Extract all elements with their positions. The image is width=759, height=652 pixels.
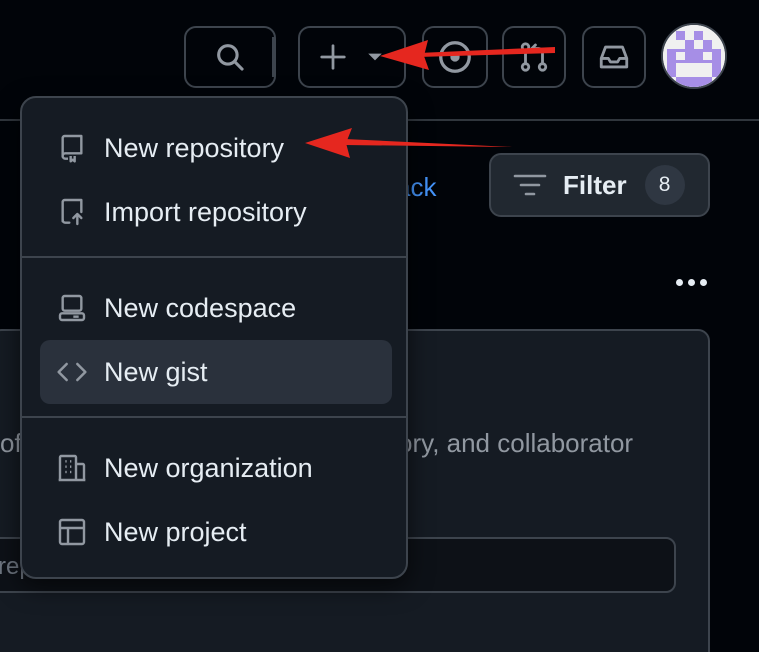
menu-item-label: New codespace xyxy=(104,292,297,323)
kebab-menu-icon[interactable] xyxy=(676,270,716,294)
header-divider xyxy=(272,37,274,77)
repo-icon xyxy=(54,130,90,166)
menu-item-import-repository[interactable]: Import repository xyxy=(40,180,392,244)
menu-item-label: New project xyxy=(104,516,247,547)
panel-text-right: ory, and collaborator xyxy=(398,428,634,458)
codespaces-icon xyxy=(54,290,90,326)
plus-icon xyxy=(320,44,346,70)
menu-item-new-gist[interactable]: New gist xyxy=(40,340,392,404)
filter-icon xyxy=(513,174,547,196)
create-new-button[interactable] xyxy=(298,26,406,88)
issues-button[interactable] xyxy=(422,26,488,88)
identicon-avatar xyxy=(663,25,725,87)
code-icon xyxy=(54,354,90,390)
repo-push-icon xyxy=(54,194,90,230)
menu-divider xyxy=(22,256,406,258)
menu-item-label: Import repository xyxy=(104,196,307,227)
pull-requests-button[interactable] xyxy=(502,26,566,88)
table-icon xyxy=(54,514,90,550)
filter-button[interactable]: Filter 8 xyxy=(489,153,710,217)
filter-count-badge: 8 xyxy=(644,165,685,205)
inbox-icon xyxy=(599,45,629,69)
search-button[interactable] xyxy=(184,26,276,88)
menu-item-label: New repository xyxy=(104,132,285,163)
inbox-button[interactable] xyxy=(582,26,646,88)
menu-item-new-codespace[interactable]: New codespace xyxy=(40,276,392,340)
menu-divider xyxy=(22,416,406,418)
git-pull-request-icon xyxy=(520,42,548,72)
organization-icon xyxy=(54,450,90,486)
create-new-dropdown: New repository Import repository New cod… xyxy=(20,96,408,579)
menu-item-label: New organization xyxy=(104,452,313,483)
search-icon xyxy=(217,44,244,71)
panel-text-left: of xyxy=(0,428,22,458)
menu-item-new-project[interactable]: New project xyxy=(40,500,392,564)
user-avatar[interactable] xyxy=(661,23,727,89)
menu-item-new-repository[interactable]: New repository xyxy=(40,116,392,180)
menu-item-label: New gist xyxy=(104,356,208,387)
menu-item-new-organization[interactable]: New organization xyxy=(40,436,392,500)
issue-opened-icon xyxy=(439,41,471,73)
filter-label: Filter xyxy=(563,169,627,200)
triangle-down-icon xyxy=(368,53,382,61)
